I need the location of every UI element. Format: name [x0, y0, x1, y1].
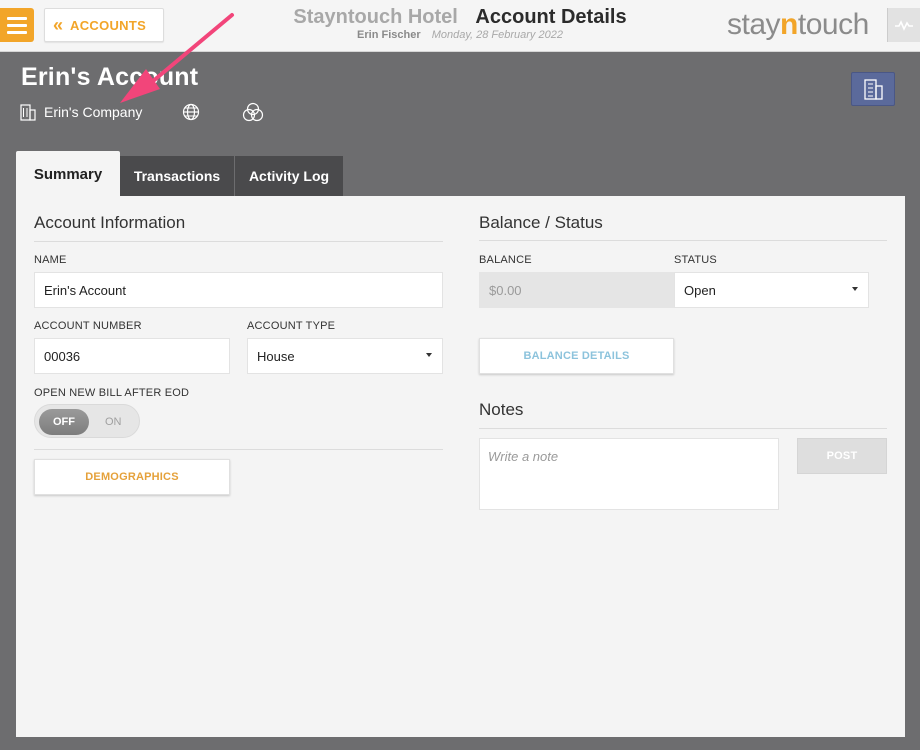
- status-select[interactable]: Open: [674, 272, 869, 308]
- account-type-label: ACCOUNT TYPE: [247, 320, 336, 332]
- top-bar: « ACCOUNTS Stayntouch Hotel Account Deta…: [0, 0, 920, 52]
- balance-label: BALANCE: [479, 254, 532, 266]
- toggle-off: OFF: [39, 409, 89, 435]
- company-link[interactable]: Erin's Company: [44, 104, 142, 120]
- balance-status-title: Balance / Status: [479, 213, 603, 232]
- company-card-button[interactable]: [851, 72, 895, 106]
- activity-pulse-button[interactable]: [887, 8, 920, 42]
- dropdown-caret-icon: [426, 353, 432, 357]
- globe-icon[interactable]: [182, 103, 200, 121]
- building-icon: [864, 79, 883, 100]
- page-title: Account Details: [475, 6, 627, 28]
- open-new-bill-toggle[interactable]: OFF ON: [34, 404, 140, 438]
- tab-summary[interactable]: Summary: [16, 151, 120, 197]
- toggle-on: ON: [105, 416, 122, 428]
- user-name: Erin Fischer: [357, 29, 421, 41]
- divider: [479, 240, 887, 241]
- hotel-name: Stayntouch Hotel: [293, 6, 458, 28]
- tab-transactions[interactable]: Transactions: [120, 156, 234, 196]
- balance-details-button[interactable]: BALANCE DETAILS: [479, 338, 674, 374]
- account-number-label: ACCOUNT NUMBER: [34, 320, 142, 332]
- pulse-icon: [895, 20, 913, 31]
- tab-activity-log[interactable]: Activity Log: [235, 156, 343, 196]
- account-name-input[interactable]: Erin's Account: [34, 272, 443, 308]
- building-icon: [20, 104, 36, 121]
- account-information-title: Account Information: [34, 213, 186, 232]
- account-number-input[interactable]: 00036: [34, 338, 230, 374]
- balance-value: $0.00: [479, 272, 674, 308]
- notes-title: Notes: [479, 400, 524, 419]
- note-textarea[interactable]: Write a note: [479, 438, 779, 510]
- account-type-select[interactable]: House: [247, 338, 443, 374]
- name-label: NAME: [34, 254, 67, 266]
- business-date: Monday, 28 February 2022: [431, 29, 563, 41]
- account-title: Erin's Account: [21, 63, 199, 91]
- overlapping-circles-icon[interactable]: [242, 102, 264, 122]
- account-meta: Erin's Company: [20, 102, 264, 122]
- dropdown-caret-icon: [852, 287, 858, 291]
- stayntouch-logo: stayntouch: [727, 8, 869, 41]
- divider: [34, 449, 443, 450]
- divider: [34, 241, 443, 242]
- status-label: STATUS: [674, 254, 717, 266]
- post-note-button[interactable]: POST: [797, 438, 887, 474]
- open-new-bill-label: OPEN NEW BILL AFTER EOD: [34, 387, 190, 399]
- demographics-button[interactable]: DEMOGRAPHICS: [34, 459, 230, 495]
- divider: [479, 428, 887, 429]
